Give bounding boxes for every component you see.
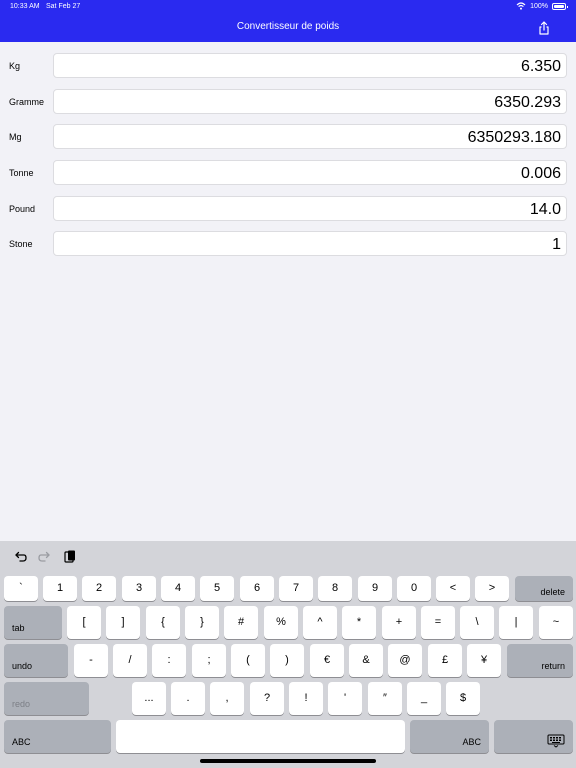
keyboard: ` 1 2 3 4 5 6 7 8 9 0 < > delete tab [ ]… [0,541,576,768]
key-yen[interactable]: ¥ [467,644,501,677]
key-pipe[interactable]: | [499,606,533,639]
key-3[interactable]: 3 [122,576,156,601]
key-equals[interactable]: = [421,606,455,639]
key-6[interactable]: 6 [240,576,274,601]
undo-icon[interactable] [12,549,28,565]
abc-key-left[interactable]: ABC [4,720,111,753]
status-right: 100% [516,2,568,10]
key-pound[interactable]: £ [428,644,462,677]
key-asterisk[interactable]: * [342,606,376,639]
key-8[interactable]: 8 [318,576,352,601]
status-date: Sat Feb 27 [46,3,81,10]
key-0[interactable]: 0 [397,576,431,601]
key-2[interactable]: 2 [82,576,116,601]
key-close-bracket[interactable]: ] [106,606,140,639]
key-ellipsis[interactable]: ... [132,682,166,715]
key-open-brace[interactable]: { [146,606,180,639]
key-ampersand[interactable]: & [349,644,383,677]
wifi-icon [516,2,526,10]
key-open-paren[interactable]: ( [231,644,265,677]
row-label-stone: Stone [9,239,33,249]
battery-percent: 100% [530,2,548,10]
share-icon[interactable] [536,20,552,36]
row-label-kg: Kg [9,61,21,71]
navigation-bar: Convertisseur de poids [0,14,576,42]
key-1[interactable]: 1 [43,576,77,601]
key-exclamation[interactable]: ! [289,682,323,715]
key-plus[interactable]: + [382,606,416,639]
row-label-mg: Mg [9,132,22,142]
shortcut-bar [0,541,576,572]
key-double-prime[interactable]: ″ [368,682,402,715]
key-semicolon[interactable]: ; [192,644,226,677]
key-7[interactable]: 7 [279,576,313,601]
key-minus[interactable]: - [74,644,108,677]
undo-key[interactable]: undo [4,644,68,677]
delete-key[interactable]: delete [515,576,573,601]
key-dollar[interactable]: $ [446,682,480,715]
tonne-field[interactable]: 0.006 [53,160,567,185]
page-title: Convertisseur de poids [236,21,340,32]
key-at[interactable]: @ [388,644,422,677]
key-question[interactable]: ? [250,682,284,715]
paste-icon[interactable] [62,549,78,565]
redo-icon[interactable] [37,549,53,565]
home-indicator [200,759,376,763]
key-comma[interactable]: , [210,682,244,715]
key-percent[interactable]: % [264,606,298,639]
key-apostrophe[interactable]: ' [328,682,362,715]
status-bar: 10:33 AM Sat Feb 27 100% [0,0,576,14]
return-key[interactable]: return [507,644,573,677]
kg-field[interactable]: 6.350 [53,53,567,78]
keyboard-dismiss-icon [547,734,565,748]
key-euro[interactable]: € [310,644,344,677]
keyboard-dismiss-key[interactable] [494,720,573,753]
key-colon[interactable]: : [152,644,186,677]
key-period[interactable]: . [171,682,205,715]
stone-field[interactable]: 1 [53,231,567,256]
mg-field[interactable]: 6350293.180 [53,124,567,149]
key-backtick[interactable]: ` [4,576,38,601]
status-time: 10:33 AM [10,3,40,10]
tab-key[interactable]: tab [4,606,62,639]
row-label-tonne: Tonne [9,168,34,178]
redo-key[interactable]: redo [4,682,89,715]
row-label-gramme: Gramme [9,97,45,107]
abc-key-right[interactable]: ABC [410,720,489,753]
key-9[interactable]: 9 [358,576,392,601]
key-close-paren[interactable]: ) [270,644,304,677]
key-greater-than[interactable]: > [475,576,509,601]
key-5[interactable]: 5 [200,576,234,601]
key-slash[interactable]: / [113,644,147,677]
row-label-pound: Pound [9,204,36,214]
key-hash[interactable]: # [224,606,258,639]
space-key[interactable] [116,720,405,753]
key-caret[interactable]: ^ [303,606,337,639]
key-4[interactable]: 4 [161,576,195,601]
key-backslash[interactable]: \ [460,606,494,639]
battery-icon [552,2,568,10]
key-underscore[interactable]: _ [407,682,441,715]
key-less-than[interactable]: < [436,576,470,601]
gramme-field[interactable]: 6350.293 [53,89,567,114]
pound-field[interactable]: 14.0 [53,196,567,221]
key-tilde[interactable]: ~ [539,606,573,639]
key-open-bracket[interactable]: [ [67,606,101,639]
key-close-brace[interactable]: } [185,606,219,639]
